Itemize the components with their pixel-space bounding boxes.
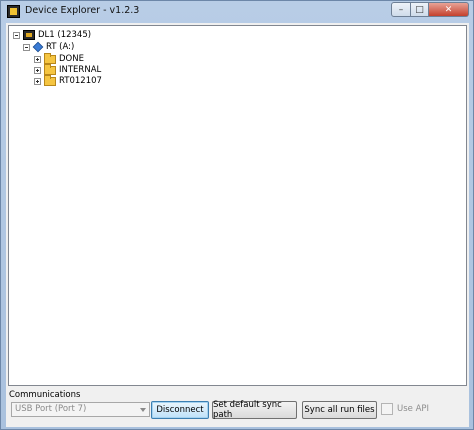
chevron-down-icon[interactable] xyxy=(140,408,146,412)
minimize-button[interactable]: – xyxy=(391,2,411,17)
tree-node-label: RT (A:) xyxy=(46,42,75,52)
expand-icon[interactable] xyxy=(34,66,41,74)
use-api-label: Use API xyxy=(397,404,430,414)
application-window: Device Explorer - v1.2.3 – □ ✕ DL1 (1234… xyxy=(0,0,474,430)
communications-label: Communications xyxy=(9,390,81,400)
port-select[interactable]: USB Port (Port 7) xyxy=(11,402,150,417)
drive-icon xyxy=(32,41,44,53)
window-title: Device Explorer - v1.2.3 xyxy=(25,5,140,16)
window-controls: – □ ✕ xyxy=(391,2,469,17)
tree-node-label: DONE xyxy=(59,54,84,64)
communications-group: Communications USB Port (Port 7) Disconn… xyxy=(6,389,469,427)
collapse-icon[interactable] xyxy=(13,31,20,39)
sync-all-run-files-button[interactable]: Sync all run files xyxy=(302,401,377,419)
close-button[interactable]: ✕ xyxy=(429,2,469,17)
title-bar[interactable]: Device Explorer - v1.2.3 – □ ✕ xyxy=(1,1,473,23)
folder-icon xyxy=(44,74,56,86)
folder-icon xyxy=(44,63,56,75)
maximize-button[interactable]: □ xyxy=(411,2,429,17)
folder-icon xyxy=(44,52,56,64)
collapse-icon[interactable] xyxy=(23,43,30,51)
tree-node-label: DL1 (12345) xyxy=(38,30,92,40)
tree-node-label: RT012107 xyxy=(59,76,102,86)
disconnect-button[interactable]: Disconnect xyxy=(151,401,209,419)
tree-node-drive[interactable]: RT (A:) xyxy=(23,41,74,53)
app-icon[interactable] xyxy=(7,5,20,18)
tree-node-label: INTERNAL xyxy=(59,65,102,75)
port-select-value: USB Port (Port 7) xyxy=(15,404,87,414)
use-api-checkbox[interactable] xyxy=(381,403,393,415)
tree-node-device[interactable]: DL1 (12345) xyxy=(13,29,91,41)
expand-icon[interactable] xyxy=(34,77,41,85)
expand-icon[interactable] xyxy=(34,55,41,63)
device-tree[interactable]: DL1 (12345) RT (A:) DONE INTERNAL RT0121 xyxy=(8,25,467,386)
device-icon xyxy=(23,30,35,40)
tree-node-folder[interactable]: RT012107 xyxy=(34,74,102,87)
set-default-sync-path-button[interactable]: Set default sync path xyxy=(212,400,297,420)
client-area: DL1 (12345) RT (A:) DONE INTERNAL RT0121 xyxy=(6,23,469,427)
